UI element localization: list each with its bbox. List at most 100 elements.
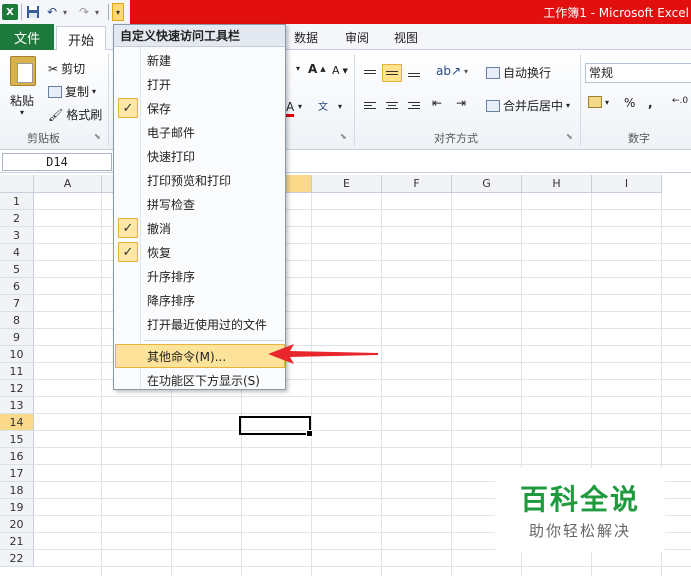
excel-app-icon[interactable]: X [2,4,18,20]
format-painter-button[interactable]: 🖌 格式刷 [48,106,102,123]
bottom-align-button[interactable] [404,64,424,82]
column-header-i[interactable]: I [592,175,662,193]
copy-dropdown-icon[interactable]: ▾ [92,87,96,96]
toolbar-separator [108,4,109,20]
copy-button[interactable]: 复制 ▾ [48,83,96,100]
comma-button[interactable]: , [648,96,653,110]
row-header-8[interactable]: 8 [0,312,34,329]
undo-icon[interactable]: ↶ [44,4,60,20]
font-color-button[interactable]: A [286,100,295,117]
comma-label: , [648,96,653,110]
title-bar: X ↶ ▾ ↷ ▾ ▾ 工作簿1 - Microsoft Excel [0,0,691,24]
row-header-17[interactable]: 17 [0,465,34,482]
more-commands-label: 其他命令(M)... [147,349,227,364]
row-header-21[interactable]: 21 [0,533,34,550]
row-header-18[interactable]: 18 [0,482,34,499]
undo-dropdown-icon[interactable]: ▾ [63,8,73,17]
row-header-13[interactable]: 13 [0,397,34,414]
row-header-15[interactable]: 15 [0,431,34,448]
column-header-h[interactable]: H [522,175,592,193]
tab-home[interactable]: 开始 [56,26,106,51]
row-header-14[interactable]: 14 [0,414,34,431]
menu-item[interactable]: 快速打印 [115,144,285,168]
align-center-button[interactable] [382,96,402,114]
show-below-ribbon-item[interactable]: 在功能区下方显示(S) [115,368,285,392]
menu-item[interactable]: 降序排序 [115,288,285,312]
row-header-22[interactable]: 22 [0,550,34,567]
scissors-icon: ✂ [48,61,59,76]
menu-item[interactable]: 新建 [115,48,285,72]
menu-item[interactable]: 升序排序 [115,264,285,288]
font-size-dropdown-icon[interactable]: ▾ [296,64,300,73]
font-launcher-icon[interactable]: ⬊ [340,132,347,141]
cut-button[interactable]: ✂ 剪切 [48,60,85,77]
phonetic-guide-icon[interactable]: 文 [318,98,328,113]
active-cell-d14[interactable] [239,416,313,437]
percent-button[interactable]: % [624,96,635,110]
increase-decimal-icon[interactable]: ←.0 [672,96,688,106]
wrap-text-button[interactable]: 自动换行 [486,64,551,81]
orientation-icon[interactable]: ab↗ ▾ [436,64,468,78]
row-header-11[interactable]: 11 [0,363,34,380]
menu-item[interactable]: 拼写检查 [115,192,285,216]
paste-icon[interactable] [10,56,36,86]
tab-review[interactable]: 审阅 [345,24,369,50]
more-commands-item[interactable]: 其他命令(M)... [115,344,285,368]
middle-align-button[interactable] [382,64,402,82]
column-header-f[interactable]: F [382,175,452,193]
menu-item[interactable]: 打开最近使用过的文件 [115,312,285,336]
menu-item[interactable]: ✓ 撤消 [115,216,285,240]
number-format-select[interactable]: 常规 [585,63,691,83]
row-header-12[interactable]: 12 [0,380,34,397]
row-header-16[interactable]: 16 [0,448,34,465]
menu-item[interactable]: 打印预览和打印 [115,168,285,192]
row-header-9[interactable]: 9 [0,329,34,346]
accounting-format-button[interactable]: ▾ [588,96,609,108]
align-left-button[interactable] [360,96,380,114]
name-box[interactable]: D14 [2,153,112,171]
menu-item[interactable]: ✓ 恢复 [115,240,285,264]
column-header-g[interactable]: G [452,175,522,193]
row-header-6[interactable]: 6 [0,278,34,295]
clipboard-launcher-icon[interactable]: ⬊ [94,132,101,141]
phonetic-dropdown-icon[interactable]: ▾ [338,102,342,111]
row-header-20[interactable]: 20 [0,516,34,533]
menu-item[interactable]: 电子邮件 [115,120,285,144]
tab-data[interactable]: 数据 [294,24,318,50]
row-header-4[interactable]: 4 [0,244,34,261]
tab-file[interactable]: 文件 [0,24,54,50]
merge-center-button[interactable]: 合并后居中 ▾ [486,97,570,114]
select-all-corner[interactable] [0,175,34,193]
column-header-a[interactable]: A [34,175,102,193]
row-header-3[interactable]: 3 [0,227,34,244]
redo-icon[interactable]: ↷ [76,4,92,20]
paste-button[interactable]: 粘贴 [10,92,34,109]
menu-item[interactable]: 打开 [115,72,285,96]
increase-indent-icon[interactable]: ⇥ [456,96,466,110]
number-group-label: 数字 [628,132,650,145]
row-header-1[interactable]: 1 [0,193,34,210]
tab-view[interactable]: 视图 [394,24,418,50]
align-right-button[interactable] [404,96,424,114]
merge-dropdown-icon[interactable]: ▾ [566,101,570,110]
row-header-2[interactable]: 2 [0,210,34,227]
row-header-10[interactable]: 10 [0,346,34,363]
shrink-font-button[interactable]: A ▼ [332,64,348,77]
save-icon[interactable] [25,4,41,20]
accounting-dropdown-icon[interactable]: ▾ [605,98,609,107]
paste-dropdown-icon[interactable]: ▾ [20,108,24,117]
menu-item[interactable]: ✓ 保存 [115,96,285,120]
column-header-e[interactable]: E [312,175,382,193]
top-align-button[interactable] [360,64,380,82]
row-header-19[interactable]: 19 [0,499,34,516]
alignment-launcher-icon[interactable]: ⬊ [566,132,573,141]
row-header-5[interactable]: 5 [0,261,34,278]
font-color-dropdown-icon[interactable]: ▾ [298,102,302,111]
row-header-7[interactable]: 7 [0,295,34,312]
redo-dropdown-icon[interactable]: ▾ [95,8,105,17]
grow-font-button[interactable]: A ▲ [308,62,326,76]
merge-icon [486,99,500,112]
customize-qat-button[interactable]: ▾ [112,3,124,21]
decrease-indent-icon[interactable]: ⇤ [432,96,442,110]
grid-row-line [34,464,691,465]
